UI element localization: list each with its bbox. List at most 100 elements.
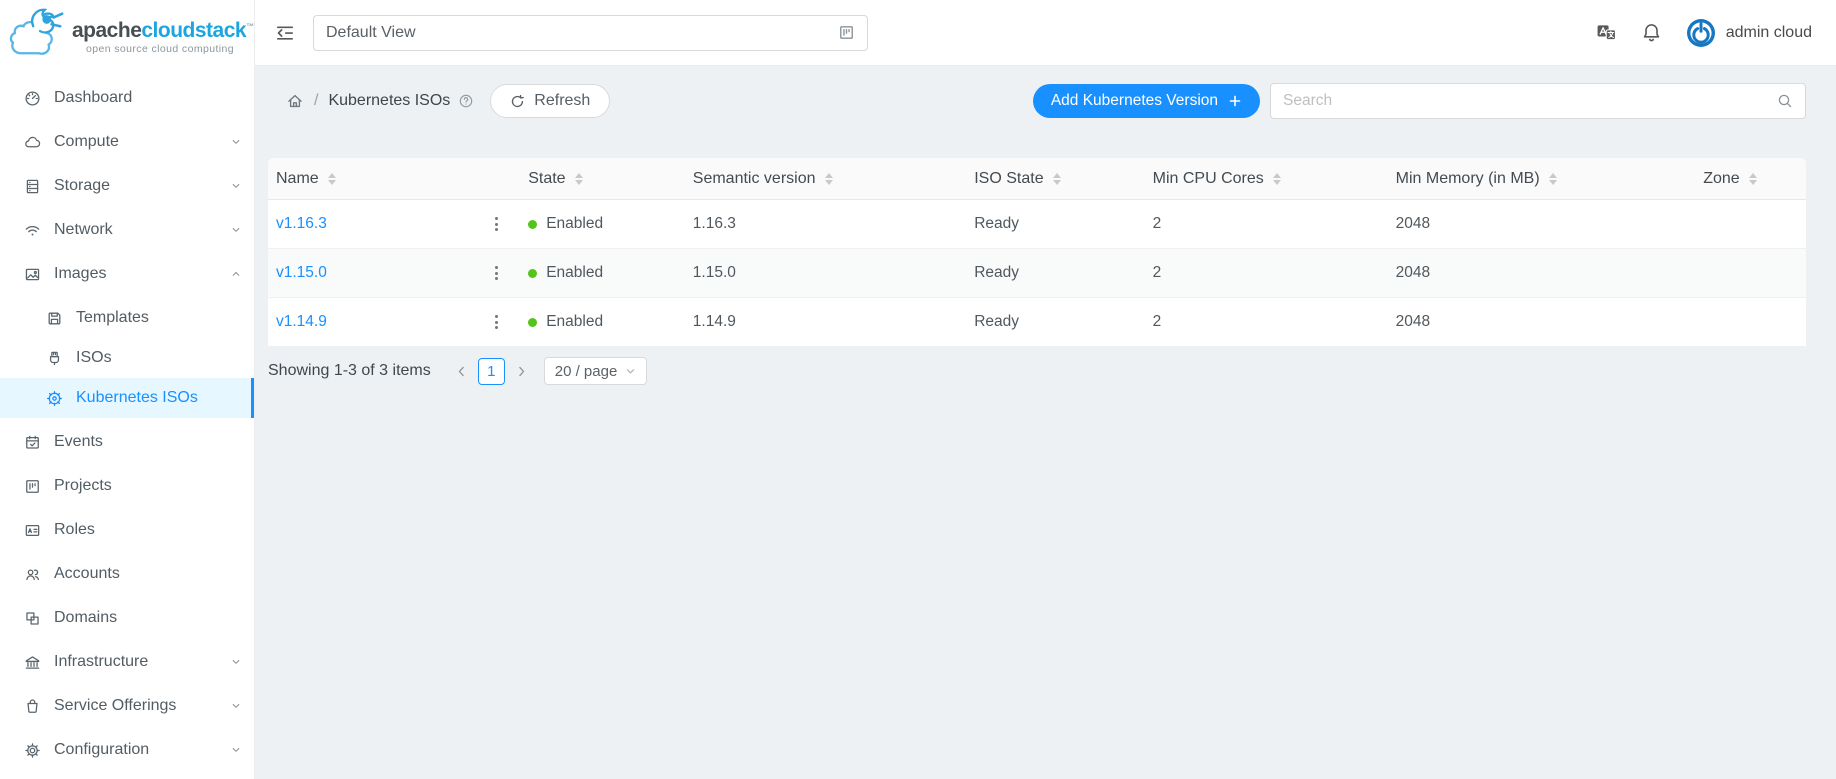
translation-icon[interactable] <box>1596 22 1617 43</box>
sidebar-item-label: Compute <box>54 133 230 151</box>
home-icon[interactable] <box>286 92 304 110</box>
sidebar-item-templates[interactable]: Templates <box>0 298 254 338</box>
column-header-min-memory-in-mb[interactable]: Min Memory (in MB) <box>1388 170 1696 188</box>
cell-min-memory: 2048 <box>1388 215 1696 233</box>
search-box <box>1270 83 1806 119</box>
sidebar-item-label: Kubernetes ISOs <box>76 389 236 407</box>
blocks-icon <box>24 610 41 627</box>
refresh-label: Refresh <box>534 92 590 110</box>
version-link[interactable]: v1.15.0 <box>276 264 327 282</box>
version-link[interactable]: v1.14.9 <box>276 313 327 331</box>
sidebar-item-label: Domains <box>54 609 236 627</box>
row-actions-button[interactable] <box>489 213 504 235</box>
sidebar-item-dashboard[interactable]: Dashboard <box>0 78 254 118</box>
sidebar-item-domains[interactable]: Domains <box>0 598 254 638</box>
sidebar-item-kubernetes-isos[interactable]: Kubernetes ISOs <box>0 378 254 418</box>
status-dot-icon <box>528 269 537 278</box>
chevron-left-icon[interactable] <box>449 365 474 378</box>
menu-fold-icon[interactable] <box>275 23 295 43</box>
sidebar-item-network[interactable]: Network <box>0 210 254 250</box>
bell-icon[interactable] <box>1641 22 1662 43</box>
sidebar-item-service-offerings[interactable]: Service Offerings <box>0 686 254 726</box>
sidebar-item-storage[interactable]: Storage <box>0 166 254 206</box>
sort-carets-icon <box>575 173 583 185</box>
sidebar-item-configuration[interactable]: Configuration <box>0 730 254 770</box>
sidebar-item-label: Projects <box>54 477 236 495</box>
sidebar-item-label: Configuration <box>54 741 230 759</box>
cell-state: Enabled <box>520 264 685 282</box>
brand-tagline: open source cloud computing <box>72 43 254 55</box>
sidebar-item-label: Events <box>54 433 236 451</box>
table-row: v1.16.3Enabled1.16.3Ready22048 <box>268 200 1806 249</box>
cell-iso-state: Ready <box>966 215 1144 233</box>
cell-state: Enabled <box>520 215 685 233</box>
sidebar-item-projects[interactable]: Projects <box>0 466 254 506</box>
view-selector[interactable]: Default View <box>313 15 868 51</box>
project-icon <box>838 24 855 41</box>
dashboard-icon <box>24 90 41 107</box>
cell-name: v1.14.9 <box>268 311 520 333</box>
user-menu[interactable]: admin cloud <box>1686 18 1812 48</box>
chevron-up-icon <box>230 268 242 280</box>
sort-carets-icon <box>1749 173 1757 185</box>
cell-min-memory: 2048 <box>1388 313 1696 331</box>
column-header-name[interactable]: Name <box>268 170 520 188</box>
database-icon <box>24 178 41 195</box>
project-icon <box>24 478 41 495</box>
pagination: Showing 1-3 of 3 items 1 20 / page <box>268 357 1806 385</box>
cell-min-cpu-cores: 2 <box>1145 313 1388 331</box>
row-actions-button[interactable] <box>489 311 504 333</box>
sidebar-item-events[interactable]: Events <box>0 422 254 462</box>
table-row: v1.15.0Enabled1.15.0Ready22048 <box>268 249 1806 298</box>
search-input[interactable] <box>1283 92 1777 110</box>
sidebar-item-label: Roles <box>54 521 236 539</box>
search-icon[interactable] <box>1777 93 1793 109</box>
status-dot-icon <box>528 318 537 327</box>
add-button-label: Add Kubernetes Version <box>1051 92 1218 110</box>
team-icon <box>24 566 41 583</box>
cloudstack-logo[interactable]: apachecloudstack™ open source cloud comp… <box>0 0 254 66</box>
cell-iso-state: Ready <box>966 264 1144 282</box>
column-header-state[interactable]: State <box>520 170 685 188</box>
row-actions-button[interactable] <box>489 262 504 284</box>
sort-carets-icon <box>1053 173 1061 185</box>
version-link[interactable]: v1.16.3 <box>276 215 327 233</box>
refresh-button[interactable]: Refresh <box>490 84 610 118</box>
sidebar-item-isos[interactable]: ISOs <box>0 338 254 378</box>
shopping-icon <box>24 698 41 715</box>
column-header-zone[interactable]: Zone <box>1695 170 1806 188</box>
page-number-button[interactable]: 1 <box>478 358 505 385</box>
user-name: admin cloud <box>1726 24 1812 42</box>
sidebar-item-accounts[interactable]: Accounts <box>0 554 254 594</box>
usb-icon <box>46 350 63 367</box>
cell-min-cpu-cores: 2 <box>1145 215 1388 233</box>
question-circle-icon[interactable] <box>458 93 474 109</box>
sidebar-item-images[interactable]: Images <box>0 254 254 294</box>
chevron-down-icon <box>230 180 242 192</box>
cell-semantic-version: 1.14.9 <box>685 313 966 331</box>
chevron-right-icon[interactable] <box>509 365 534 378</box>
column-header-iso-state[interactable]: ISO State <box>966 170 1144 188</box>
page-size-select[interactable]: 20 / page <box>544 357 648 385</box>
sidebar-item-infrastructure[interactable]: Infrastructure <box>0 642 254 682</box>
bank-icon <box>24 654 41 671</box>
power-icon <box>1686 18 1716 48</box>
wifi-icon <box>24 222 41 239</box>
view-selector-value: Default View <box>326 24 838 42</box>
chevron-down-icon <box>625 366 636 377</box>
sidebar: apachecloudstack™ open source cloud comp… <box>0 0 255 779</box>
sort-carets-icon <box>1273 173 1281 185</box>
sidebar-item-label: Network <box>54 221 230 239</box>
status-dot-icon <box>528 220 537 229</box>
sidebar-item-compute[interactable]: Compute <box>0 122 254 162</box>
column-header-min-cpu-cores[interactable]: Min CPU Cores <box>1145 170 1388 188</box>
add-kubernetes-version-button[interactable]: Add Kubernetes Version <box>1033 84 1260 118</box>
sort-carets-icon <box>328 173 336 185</box>
sidebar-nav: Dashboard Compute Storage Network Images Temp… <box>0 66 254 779</box>
sidebar-item-label: Images <box>54 265 230 283</box>
sidebar-item-roles[interactable]: Roles <box>0 510 254 550</box>
page-header: / Kubernetes ISOs <box>268 81 1806 121</box>
chevron-down-icon <box>230 700 242 712</box>
column-header-semantic-version[interactable]: Semantic version <box>685 170 966 188</box>
cloudstack-monkey-logo <box>8 5 70 61</box>
